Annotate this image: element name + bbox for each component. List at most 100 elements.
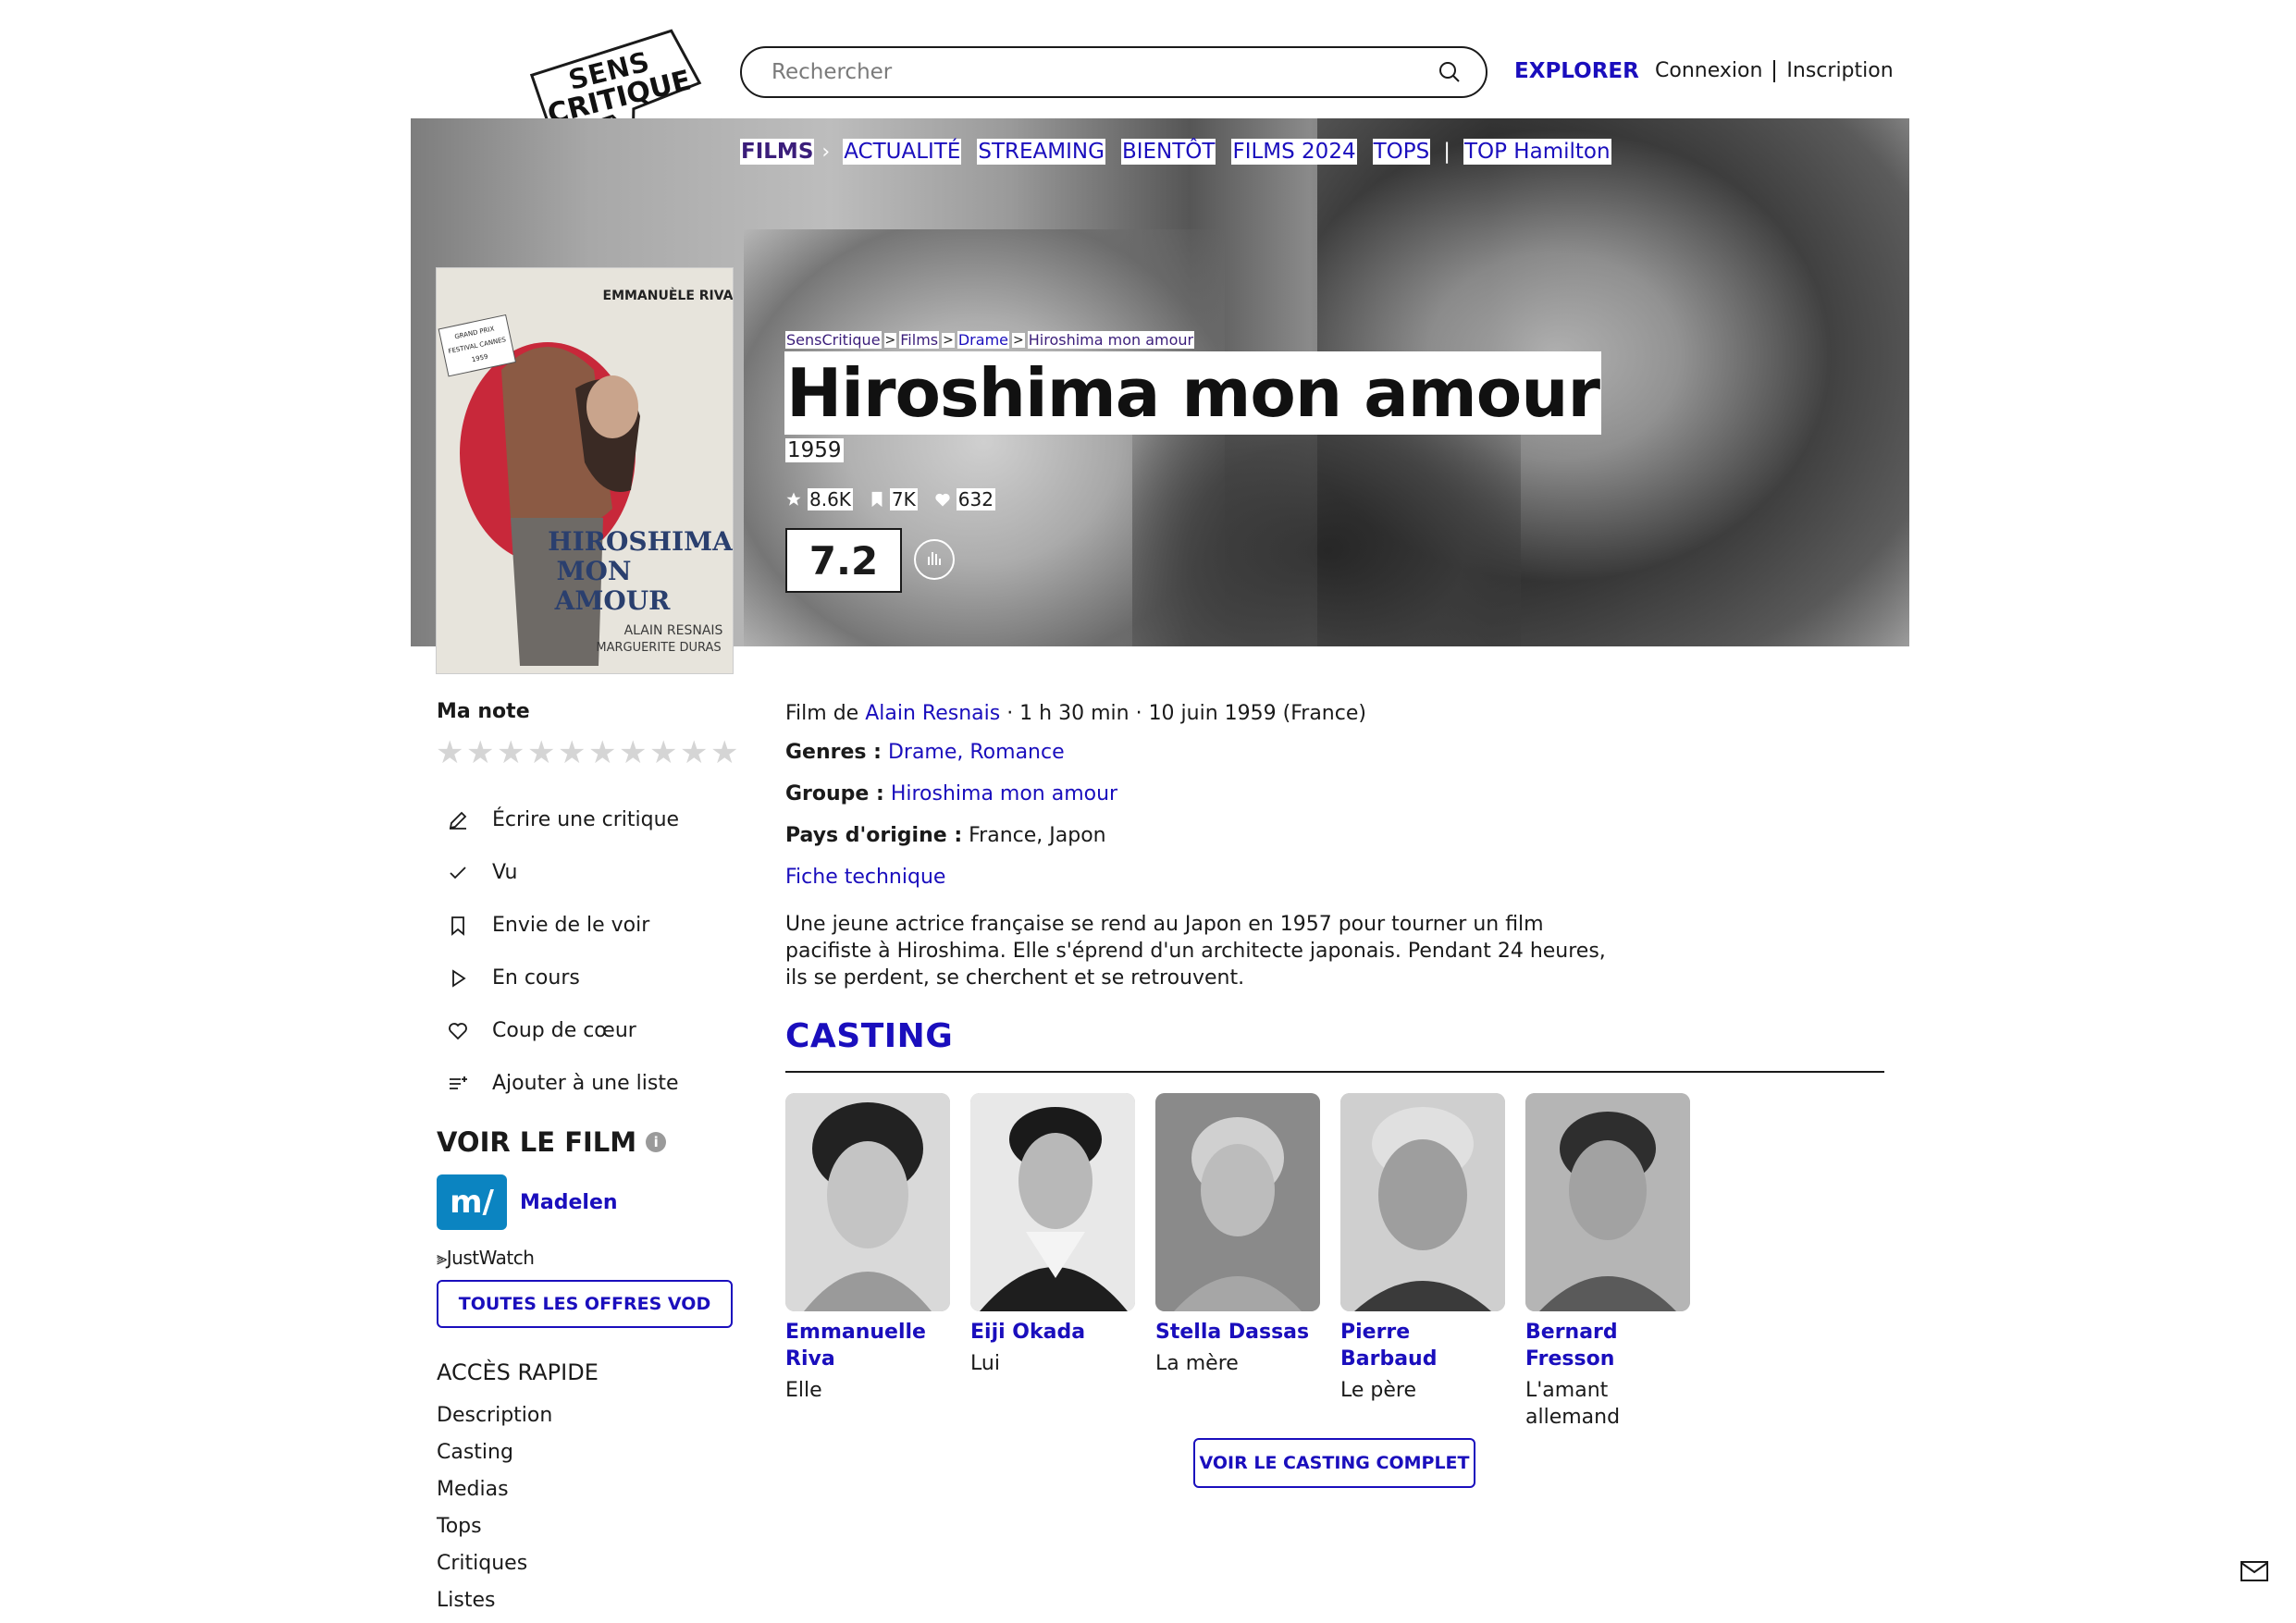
star-icon[interactable]: ★ (618, 737, 648, 768)
nav-top-hamilton[interactable]: TOP Hamilton (1463, 139, 1611, 165)
quick-link-critiques[interactable]: Critiques (437, 1547, 552, 1584)
star-icon[interactable]: ★ (435, 737, 465, 768)
breadcrumb-arrow: > (942, 332, 955, 348)
quick-link-description[interactable]: Description (437, 1399, 552, 1436)
actor-photo[interactable] (785, 1093, 950, 1311)
star-icon (786, 492, 801, 506)
inscription-link[interactable]: Inscription (1786, 59, 1893, 82)
check-icon (444, 859, 472, 887)
actor-photo[interactable] (1340, 1093, 1505, 1311)
vod-offers-button[interactable]: TOUTES LES OFFRES VOD (437, 1280, 733, 1328)
action-favorite[interactable]: Coup de cœur (444, 1004, 679, 1057)
poster-title-2: MON (557, 556, 632, 586)
action-write-review[interactable]: Écrire une critique (444, 793, 679, 846)
star-icon[interactable]: ★ (465, 737, 496, 768)
star-icon[interactable]: ★ (710, 737, 740, 768)
genres-links[interactable]: Drame, Romance (888, 741, 1065, 764)
auth-links: Connexion Inscription (1655, 59, 1894, 82)
star-icon[interactable]: ★ (587, 737, 618, 768)
action-list: Écrire une critique Vu Envie de le voir … (444, 793, 679, 1110)
nav-films-2024[interactable]: FILMS 2024 (1231, 139, 1357, 165)
breadcrumb-arrow: > (1012, 332, 1025, 348)
cast-card[interactable]: Bernard Fresson L'amant allemand (1525, 1093, 1690, 1431)
star-icon[interactable]: ★ (648, 737, 679, 768)
breadcrumb-films[interactable]: Films (899, 331, 940, 349)
nav-tops[interactable]: TOPS (1372, 139, 1431, 165)
bookmark-icon (871, 491, 883, 508)
nav-bientot[interactable]: BIENTÔT (1120, 139, 1216, 165)
actor-photo[interactable] (970, 1093, 1135, 1311)
justwatch-logo[interactable]: ⫸JustWatch (437, 1247, 535, 1269)
star-icon[interactable]: ★ (496, 737, 526, 768)
breadcrumb-senscritique[interactable]: SensCritique (785, 331, 882, 349)
provider-madelen[interactable]: m/ Madelen (437, 1174, 618, 1230)
quick-link-medias[interactable]: Medias (437, 1473, 552, 1510)
poster-actor: EMMANUÈLE RIVA (603, 288, 733, 303)
director-link[interactable]: Alain Resnais (865, 702, 1000, 725)
action-wishlist[interactable]: Envie de le voir (444, 899, 679, 952)
madelen-logo[interactable]: m/ (437, 1174, 507, 1230)
play-icon (444, 965, 472, 992)
breadcrumb-arrow: > (883, 332, 897, 348)
heart-icon (444, 1017, 472, 1045)
nav-actualite[interactable]: ACTUALITÉ (843, 139, 962, 165)
movie-stats: 8.6K 7K 632 (785, 488, 1012, 510)
heart-icon (935, 493, 950, 507)
auth-separator (1773, 59, 1776, 82)
nav-streaming[interactable]: STREAMING (977, 139, 1105, 165)
fiche-technique-link[interactable]: Fiche technique (785, 866, 945, 889)
nav-films[interactable]: FILMS (740, 139, 815, 165)
explorer-link[interactable]: EXPLORER (1514, 59, 1639, 83)
rating-distribution-button[interactable] (914, 539, 955, 580)
full-casting-button[interactable]: VOIR LE CASTING COMPLET (1193, 1438, 1475, 1488)
mail-icon[interactable] (2240, 1561, 2268, 1585)
star-icon[interactable]: ★ (526, 737, 557, 768)
poster-title-3: AMOUR (554, 585, 672, 616)
stat-wishlist: 7K (870, 488, 918, 510)
quick-access-title: ACCÈS RAPIDE (437, 1359, 599, 1385)
average-rating: 7.2 (785, 528, 902, 593)
watch-section-title: VOIR LE FILM i (437, 1126, 667, 1158)
search-icon[interactable] (1438, 60, 1462, 84)
quick-link-tops[interactable]: Tops (437, 1510, 552, 1547)
cast-card[interactable]: Eiji Okada Lui (970, 1093, 1135, 1431)
breadcrumb-drame[interactable]: Drame (957, 331, 1009, 349)
casting-divider (785, 1071, 1884, 1073)
star-icon[interactable]: ★ (557, 737, 587, 768)
cast-card[interactable]: Emmanuelle Riva Elle (785, 1093, 950, 1431)
quick-link-casting[interactable]: Casting (437, 1436, 552, 1473)
poster-title-1: HIROSHIMA (548, 526, 733, 557)
action-in-progress[interactable]: En cours (444, 952, 679, 1004)
cast-card[interactable]: Pierre Barbaud Le père (1340, 1093, 1505, 1431)
main-nav: FILMS › ACTUALITÉ STREAMING BIENTÔT FILM… (740, 139, 1611, 165)
synopsis: Une jeune actrice française se rend au J… (785, 913, 1606, 990)
connexion-link[interactable]: Connexion (1655, 59, 1762, 82)
search-bar[interactable] (740, 46, 1487, 98)
cast-card[interactable]: Stella Dassas La mère (1155, 1093, 1320, 1431)
quick-link-listes[interactable]: Listes (437, 1584, 552, 1621)
action-add-to-list[interactable]: Ajouter à une liste (444, 1057, 679, 1110)
actor-photo[interactable] (1525, 1093, 1690, 1311)
movie-poster[interactable]: EMMANUÈLE RIVA GRAND PRIX FESTIVAL CANNE… (437, 268, 733, 673)
cast-list: Emmanuelle Riva Elle Eiji Okada Lui Stel… (785, 1093, 1710, 1431)
movie-year: 1959 (785, 438, 844, 462)
stat-favorites: 632 (934, 488, 995, 510)
bar-chart-icon (928, 552, 941, 565)
breadcrumb-current: Hiroshima mon amour (1027, 331, 1195, 349)
groupe-link[interactable]: Hiroshima mon amour (891, 782, 1117, 805)
movie-meta: Film de Alain Resnais · 1 h 30 min · 10 … (785, 702, 1366, 725)
stat-ratings: 8.6K (785, 488, 853, 510)
country-row: Pays d'origine : France, Japon (785, 824, 1106, 847)
breadcrumb: SensCritique > Films > Drame > Hiroshima… (785, 331, 1195, 349)
my-rating-stars[interactable]: ★ ★ ★ ★ ★ ★ ★ ★ ★ ★ (435, 737, 740, 768)
action-seen[interactable]: Vu (444, 846, 679, 899)
list-add-icon (444, 1070, 472, 1098)
actor-photo[interactable] (1155, 1093, 1320, 1311)
star-icon[interactable]: ★ (679, 737, 710, 768)
casting-title: CASTING (785, 1017, 954, 1055)
search-input[interactable] (770, 59, 1438, 85)
provider-link[interactable]: Madelen (520, 1191, 618, 1214)
info-icon[interactable]: i (646, 1132, 667, 1152)
my-rating-label: Ma note (437, 700, 530, 723)
pencil-icon (444, 806, 472, 834)
